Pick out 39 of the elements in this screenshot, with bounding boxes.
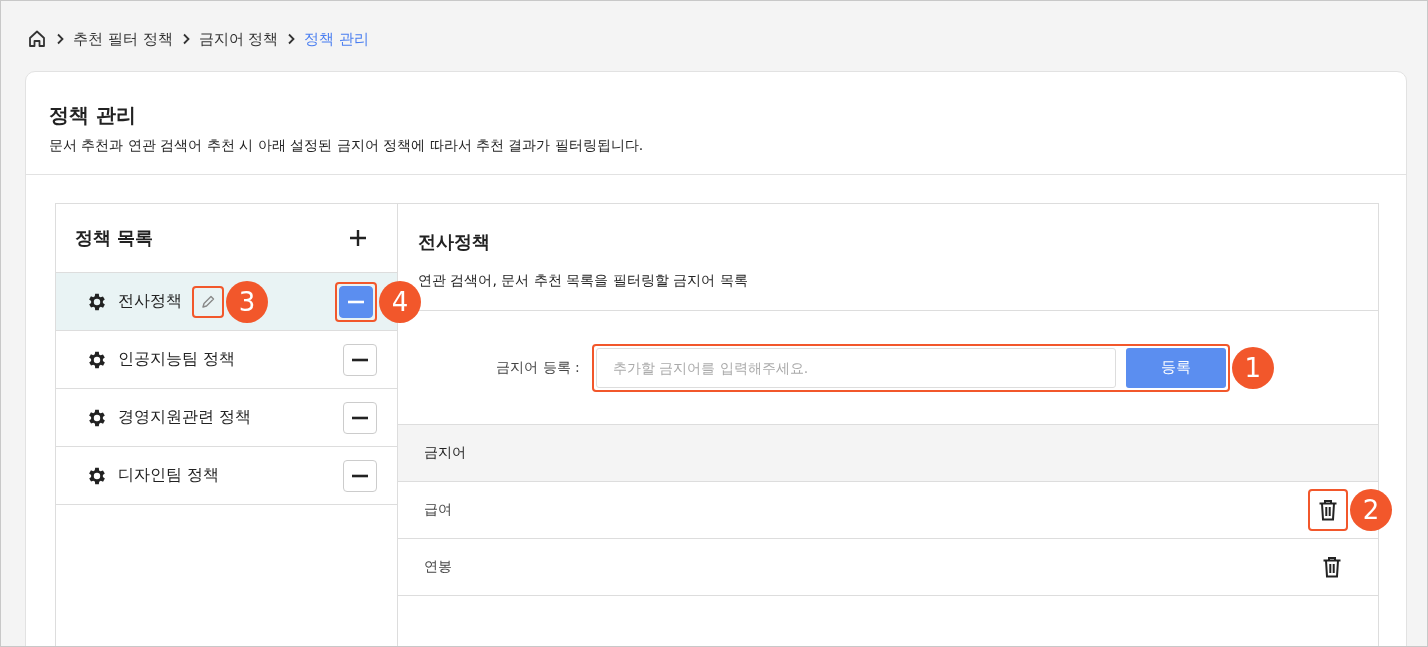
policy-name: 경영지원관련 정책 xyxy=(118,407,252,428)
minus-icon xyxy=(352,473,368,478)
column-header: 금지어 xyxy=(398,425,1378,482)
breadcrumb-link[interactable]: 정책 관리 xyxy=(304,29,370,49)
callout-number-badge: 4 xyxy=(379,280,421,323)
trash-icon xyxy=(1322,556,1342,578)
plus-icon xyxy=(349,229,367,247)
callout-number-badge: 3 xyxy=(226,280,268,323)
callout-number-badge: 2 xyxy=(1350,489,1392,531)
field-label: 금지어 등록 : xyxy=(496,358,580,377)
policy-name: 인공지능팀 정책 xyxy=(118,349,236,370)
panel-title: 정책 목록 xyxy=(75,226,154,250)
breadcrumb-link[interactable]: 금지어 정책 xyxy=(198,29,279,49)
page-description: 문서 추천과 연관 검색어 추천 시 아래 설정된 금지어 정책에 따라서 추천 결과가 필터링됩니다. xyxy=(49,137,645,155)
remove-button[interactable] xyxy=(343,343,377,376)
minus-icon xyxy=(348,299,364,304)
chevron-right-icon xyxy=(55,33,65,45)
policy-list-item[interactable]: 인공지능팀 정책 xyxy=(56,331,397,389)
remove-button[interactable] xyxy=(343,459,377,492)
breadcrumb-link[interactable]: 추천 필터 정책 xyxy=(73,29,173,49)
policy-list-item[interactable]: 경영지원관련 정책 xyxy=(56,389,397,447)
table-cell: 연봉 xyxy=(424,558,452,576)
callout-number-badge: 1 xyxy=(1231,346,1274,389)
page-title: 정책 관리 xyxy=(49,102,137,129)
detail-description: 연관 검색어, 문서 추천 목록을 필터링할 금지어 목록 xyxy=(418,272,749,290)
table-cell: 급여 xyxy=(424,501,452,519)
detail-title: 전사정책 xyxy=(418,230,491,254)
pencil-icon xyxy=(200,293,216,310)
input-field[interactable]: 추가할 금지어를 입력해주세요. xyxy=(595,347,1116,388)
trash-icon xyxy=(1318,499,1338,521)
chevron-right-icon xyxy=(286,33,297,45)
policy-name: 디자인팀 정책 xyxy=(118,465,220,486)
minus-icon xyxy=(352,357,368,362)
policy-name: 전사정책 xyxy=(118,291,182,312)
policy-list-item[interactable]: 디자인팀 정책 xyxy=(56,447,397,505)
home-icon[interactable] xyxy=(27,29,47,49)
remove-button[interactable] xyxy=(343,401,377,434)
minus-icon xyxy=(352,415,368,420)
add-button[interactable] xyxy=(347,227,369,249)
